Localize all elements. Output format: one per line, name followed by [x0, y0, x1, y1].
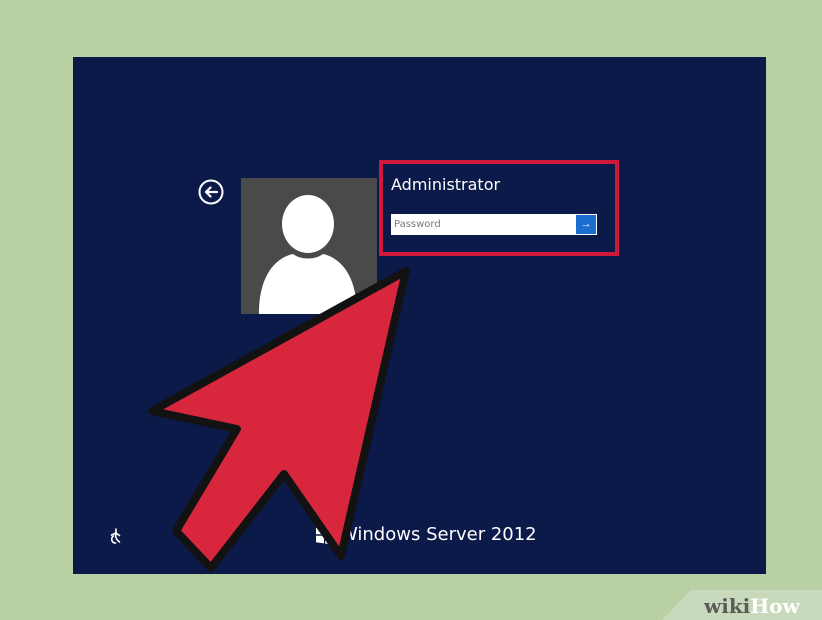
windows-logo-icon [316, 525, 336, 545]
product-name: Windows Server 2012 [340, 524, 537, 545]
ease-of-access-icon [110, 528, 121, 544]
login-screen: Administrator → Windows Server 2012 [73, 57, 766, 574]
highlight-box [379, 160, 619, 256]
back-arrow-icon [198, 179, 224, 205]
watermark-text: wikiHow [704, 594, 800, 618]
ease-of-access-button[interactable] [107, 527, 125, 545]
pointer-arrow-overlay [148, 267, 410, 572]
back-button[interactable] [198, 179, 224, 205]
watermark-badge: wikiHow [662, 590, 822, 620]
user-avatar [241, 178, 377, 314]
user-icon [259, 195, 357, 314]
product-branding: Windows Server 2012 [316, 524, 537, 546]
